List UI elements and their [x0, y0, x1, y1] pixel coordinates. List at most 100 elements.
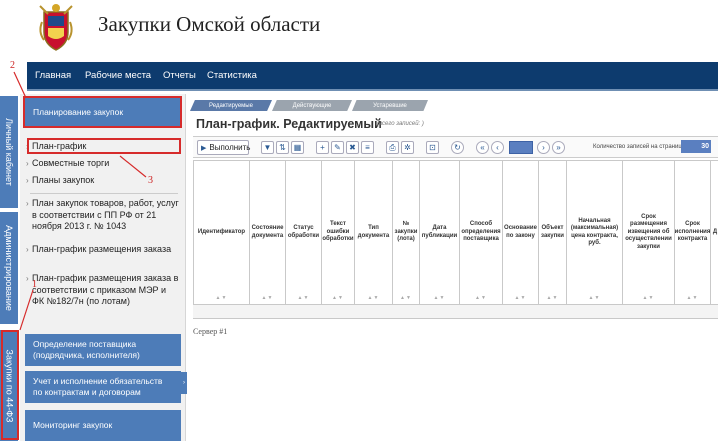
sort-arrows-icon[interactable]: ▲▼ — [687, 295, 699, 303]
column-header-label: Тип документа — [357, 225, 390, 239]
print-icon[interactable]: ⎙ — [386, 141, 399, 154]
tab-outdated[interactable]: Устаревшие — [352, 100, 428, 111]
sort-arrows-icon[interactable]: ▲▼ — [643, 295, 655, 303]
column-header-label: Срок размещения извещения об осуществлен… — [625, 213, 672, 250]
column-header-label: Состояние документа — [251, 225, 284, 239]
sort-arrows-icon[interactable]: ▲▼ — [589, 295, 601, 303]
columns-icon[interactable]: ▦ — [291, 141, 304, 154]
sidebar-divider — [30, 193, 178, 194]
sort-arrows-icon[interactable]: ▲▼ — [434, 295, 446, 303]
sort-arrows-icon[interactable]: ▲▼ — [547, 295, 559, 303]
annotation-box-3 — [27, 138, 181, 154]
sidebar-collapse-icon[interactable]: › — [181, 372, 187, 394]
sort-arrows-icon[interactable]: ▲▼ — [515, 295, 527, 303]
sort-arrows-icon[interactable]: ▲▼ — [262, 295, 274, 303]
nav-item-reports[interactable]: Отчеты — [163, 70, 196, 81]
column-header-label: Срок исполнения контракта — [674, 221, 711, 243]
header: Закупки Омской области — [0, 0, 718, 62]
nav-item-home[interactable]: Главная — [35, 70, 71, 81]
vtab-admin-label: Администрирование — [4, 225, 15, 311]
column-header[interactable]: Срок размещения извещения об осуществлен… — [623, 161, 675, 304]
vtab-administration[interactable]: Администрирование — [0, 212, 18, 324]
play-icon: ▶ — [201, 144, 207, 152]
annotation-box-2 — [23, 96, 182, 128]
tab-active[interactable]: Действующие — [272, 100, 352, 111]
edit-icon[interactable]: ✎ — [331, 141, 344, 154]
data-grid: Идентификатор ▲▼ Состояние документа ▲▼ Ст… — [193, 160, 718, 305]
nav-item-workplaces[interactable]: Рабочие места — [85, 70, 151, 81]
column-header-label: Способ определения поставщика — [461, 221, 501, 243]
column-header[interactable]: Срок исполнения контракта ▲▼ — [675, 161, 711, 304]
grid-footer — [193, 305, 718, 319]
page-number-input[interactable] — [509, 141, 533, 154]
sort-arrows-icon[interactable]: ▲▼ — [332, 295, 344, 303]
sort-icon[interactable]: ⇅ — [276, 141, 289, 154]
toolbar: ▶ Выполнить ▼ ⇅ ▦ + ✎ ✖ ≡ ⎙ ✲ ⊡ ↻ « ‹ › … — [193, 136, 718, 158]
settings-icon[interactable]: ✲ — [401, 141, 414, 154]
column-header-label: Дата публикации — [421, 225, 458, 239]
annotation-number-3: 3 — [148, 175, 153, 186]
column-header[interactable]: Статус обработки ▲▼ — [286, 161, 322, 304]
annotation-box-1 — [1, 330, 19, 440]
column-header-label: Начальная (максимальная) цена контракта,… — [570, 217, 619, 247]
execute-label: Выполнить — [209, 143, 251, 152]
vtab-personal-account[interactable]: Личный кабинет — [0, 96, 18, 208]
page-title: План-график. Редактируемый — [196, 117, 382, 131]
server-label: Сервер #1 — [193, 327, 228, 336]
column-header[interactable]: Основание по закону ▲▼ — [503, 161, 539, 304]
nav-item-statistics[interactable]: Статистика — [207, 70, 257, 81]
sidebar-item-plan-schedule-order[interactable]: План-график размещения заказа — [26, 244, 180, 256]
per-page-label: Количество записей на странице: — [593, 144, 687, 150]
sidebar-item-purchase-plans[interactable]: Планы закупок — [26, 175, 94, 187]
column-header-label: Текст ошибки обработки — [322, 221, 354, 243]
column-header[interactable]: Начальная (максимальная) цена контракта,… — [567, 161, 623, 304]
first-page-icon[interactable]: « — [476, 141, 489, 154]
export-icon[interactable]: ⊡ — [426, 141, 439, 154]
sidebar-item-plan-schedule-lots[interactable]: План-график размещения заказа в соответс… — [26, 273, 180, 308]
column-header-label: Основание по закону — [504, 225, 537, 239]
vtab-personal-label: Личный кабинет — [4, 118, 14, 186]
sort-arrows-icon[interactable]: ▲▼ — [475, 295, 487, 303]
add-icon[interactable]: + — [316, 141, 329, 154]
column-header[interactable]: Дата публикации ▲▼ — [420, 161, 460, 304]
coat-of-arms-icon[interactable] — [36, 2, 76, 52]
per-page-input[interactable]: 30 — [681, 140, 711, 153]
sidebar-item-joint-tenders[interactable]: Совместные торги — [26, 158, 109, 170]
panel-contract-execution[interactable]: Учет и исполнение обязательств по контра… — [25, 371, 181, 403]
panel-supplier-determination[interactable]: Определение поставщика (подрядчика, испо… — [25, 334, 181, 366]
prev-page-icon[interactable]: ‹ — [491, 141, 504, 154]
panel-supplier-label: Определение поставщика (подрядчика, испо… — [33, 339, 140, 360]
column-header-label: № закупки (лота) — [394, 221, 418, 243]
refresh-icon[interactable]: ↻ — [451, 141, 464, 154]
column-header[interactable]: Д — [711, 161, 718, 304]
column-header[interactable]: № закупки (лота) ▲▼ — [393, 161, 420, 304]
panel-monitoring[interactable]: Мониторинг закупок — [25, 410, 181, 441]
column-header[interactable]: Способ определения поставщика ▲▼ — [460, 161, 503, 304]
list-add-icon[interactable]: ≡ — [361, 141, 374, 154]
column-header[interactable]: Идентификатор ▲▼ — [194, 161, 250, 304]
column-header[interactable]: Состояние документа ▲▼ — [250, 161, 286, 304]
sort-arrows-icon[interactable]: ▲▼ — [298, 295, 310, 303]
tab-editable[interactable]: Редактируемые — [190, 100, 272, 111]
execute-button[interactable]: ▶ Выполнить — [197, 140, 251, 155]
filter-icon[interactable]: ▼ — [261, 141, 274, 154]
column-header-label: Д — [712, 228, 718, 235]
sort-arrows-icon[interactable]: ▲▼ — [216, 295, 228, 303]
column-header[interactable]: Текст ошибки обработки ▲▼ — [322, 161, 355, 304]
column-header[interactable]: Объект закупки ▲▼ — [539, 161, 567, 304]
sidebar-item-plan-1043[interactable]: План закупок товаров, работ, услуг в соо… — [26, 198, 180, 233]
panel-contract-label: Учет и исполнение обязательств по контра… — [33, 376, 163, 397]
column-header[interactable]: Тип документа ▲▼ — [355, 161, 393, 304]
panel-monitoring-label: Мониторинг закупок — [33, 420, 113, 430]
column-header-label: Объект закупки — [541, 225, 564, 239]
annotation-number-2: 2 — [10, 60, 15, 71]
last-page-icon[interactable]: » — [552, 141, 565, 154]
sort-arrows-icon[interactable]: ▲▼ — [368, 295, 380, 303]
sort-arrows-icon[interactable]: ▲▼ — [400, 295, 412, 303]
site-title: Закупки Омской области — [98, 12, 321, 36]
main-nav: Главная Рабочие места Отчеты Статистика — [27, 62, 718, 91]
next-page-icon[interactable]: › — [537, 141, 550, 154]
column-header-label: Идентификатор — [197, 228, 246, 235]
column-header-label: Статус обработки — [287, 225, 320, 239]
delete-icon[interactable]: ✖ — [346, 141, 359, 154]
